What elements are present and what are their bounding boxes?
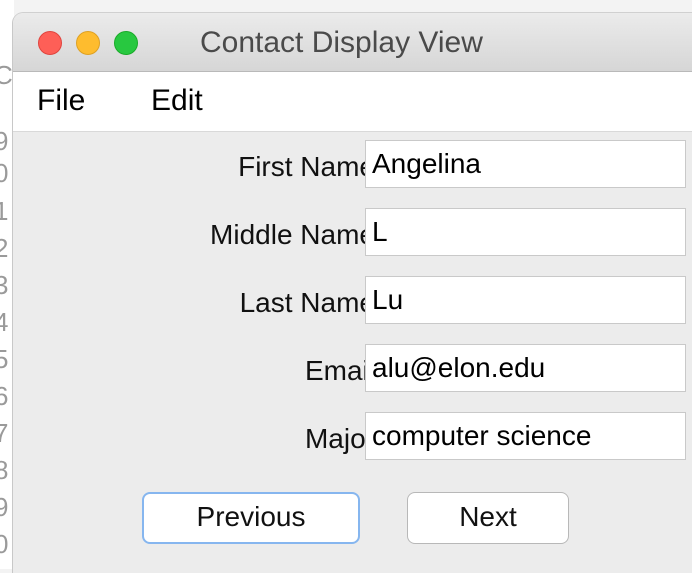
background-glyph: 3 (0, 270, 9, 300)
middle-name-label: Middle Name (210, 219, 375, 250)
background-glyph: C (0, 60, 13, 90)
background-glyph: 4 (0, 307, 9, 337)
title-bar[interactable]: Contact Display View (13, 13, 692, 72)
background-glyph: 7 (0, 418, 9, 448)
middle-name-field[interactable] (365, 208, 686, 256)
window-title: Contact Display View (200, 26, 483, 59)
background-glyph: 8 (0, 455, 9, 485)
background-glyph: 0 (0, 529, 9, 559)
background-glyph: 9 (0, 492, 9, 522)
close-window-button[interactable] (38, 31, 62, 55)
next-button[interactable]: Next (407, 492, 569, 544)
background-glyph: 5 (0, 344, 9, 374)
email-field[interactable] (365, 344, 686, 392)
first-name-label: First Name (238, 151, 375, 182)
menu-edit[interactable]: Edit (151, 84, 203, 118)
last-name-field[interactable] (365, 276, 686, 324)
major-field[interactable] (365, 412, 686, 460)
background-glyph: 2 (0, 233, 9, 263)
background-glyph: 0 (0, 158, 9, 188)
menu-bar: File Edit (13, 72, 692, 132)
last-name-label: Last Name (239, 287, 375, 318)
maximize-window-button[interactable] (114, 31, 138, 55)
previous-button[interactable]: Previous (142, 492, 360, 544)
background-glyph: 9 (0, 126, 9, 156)
background-window-strip: C 9 0 1 2 3 4 5 6 7 8 9 0 (0, 0, 14, 569)
background-glyph: 1 (0, 196, 9, 226)
background-glyph: 6 (0, 381, 9, 411)
menu-file[interactable]: File (37, 84, 85, 118)
contact-display-window: Contact Display View File Edit First Nam… (13, 13, 692, 573)
minimize-window-button[interactable] (76, 31, 100, 55)
first-name-field[interactable] (365, 140, 686, 188)
